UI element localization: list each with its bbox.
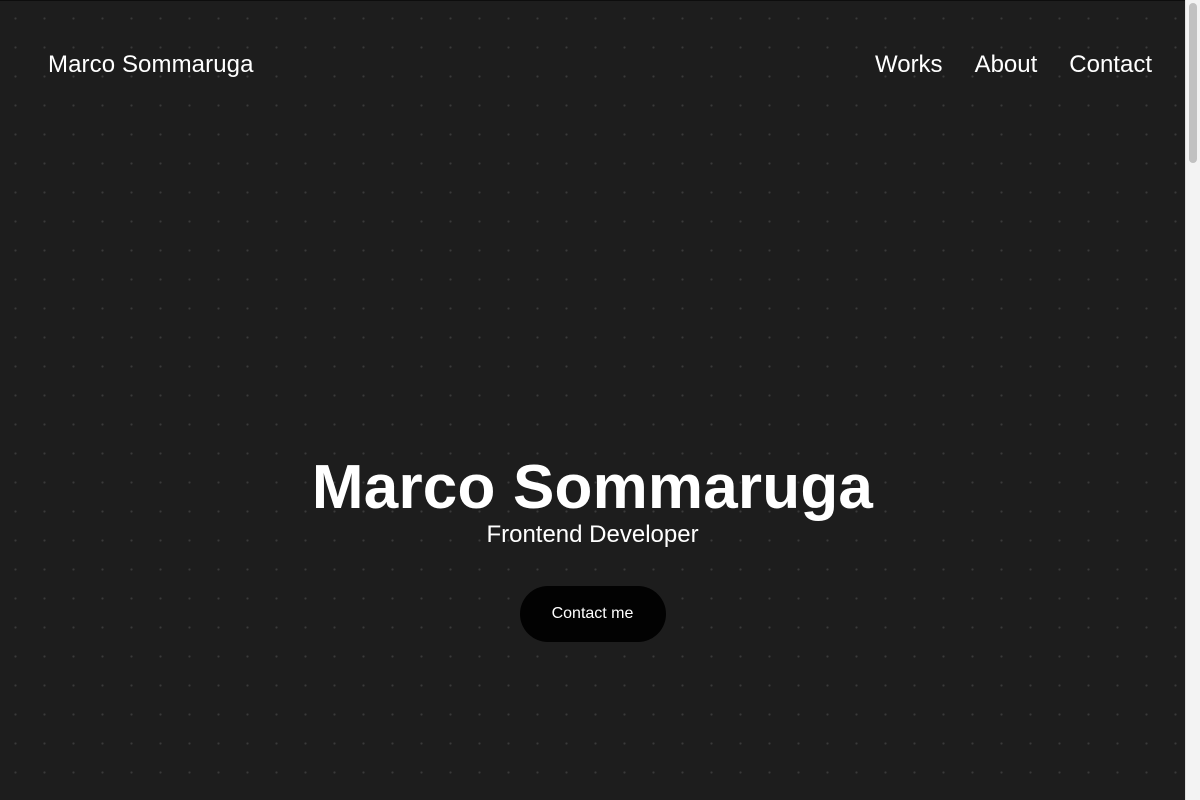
vertical-scrollbar[interactable] — [1185, 0, 1200, 800]
nav-link-about[interactable]: About — [975, 51, 1038, 79]
contact-me-button[interactable]: Contact me — [519, 586, 666, 642]
page-viewport: Marco Sommaruga Works About Contact Marc… — [0, 0, 1185, 800]
hero-title: Marco Sommaruga — [311, 453, 874, 522]
main-nav: Works About Contact — [875, 51, 1152, 79]
top-border — [0, 0, 1185, 1]
scrollbar-thumb[interactable] — [1189, 3, 1197, 163]
hero-subtitle: Frontend Developer — [486, 521, 699, 548]
hero-section: Marco Sommaruga Frontend Developer Conta… — [0, 452, 1185, 642]
nav-link-contact[interactable]: Contact — [1069, 51, 1152, 79]
nav-link-works[interactable]: Works — [875, 51, 943, 79]
site-header: Marco Sommaruga Works About Contact — [48, 48, 1152, 82]
brand-link[interactable]: Marco Sommaruga — [48, 51, 254, 79]
